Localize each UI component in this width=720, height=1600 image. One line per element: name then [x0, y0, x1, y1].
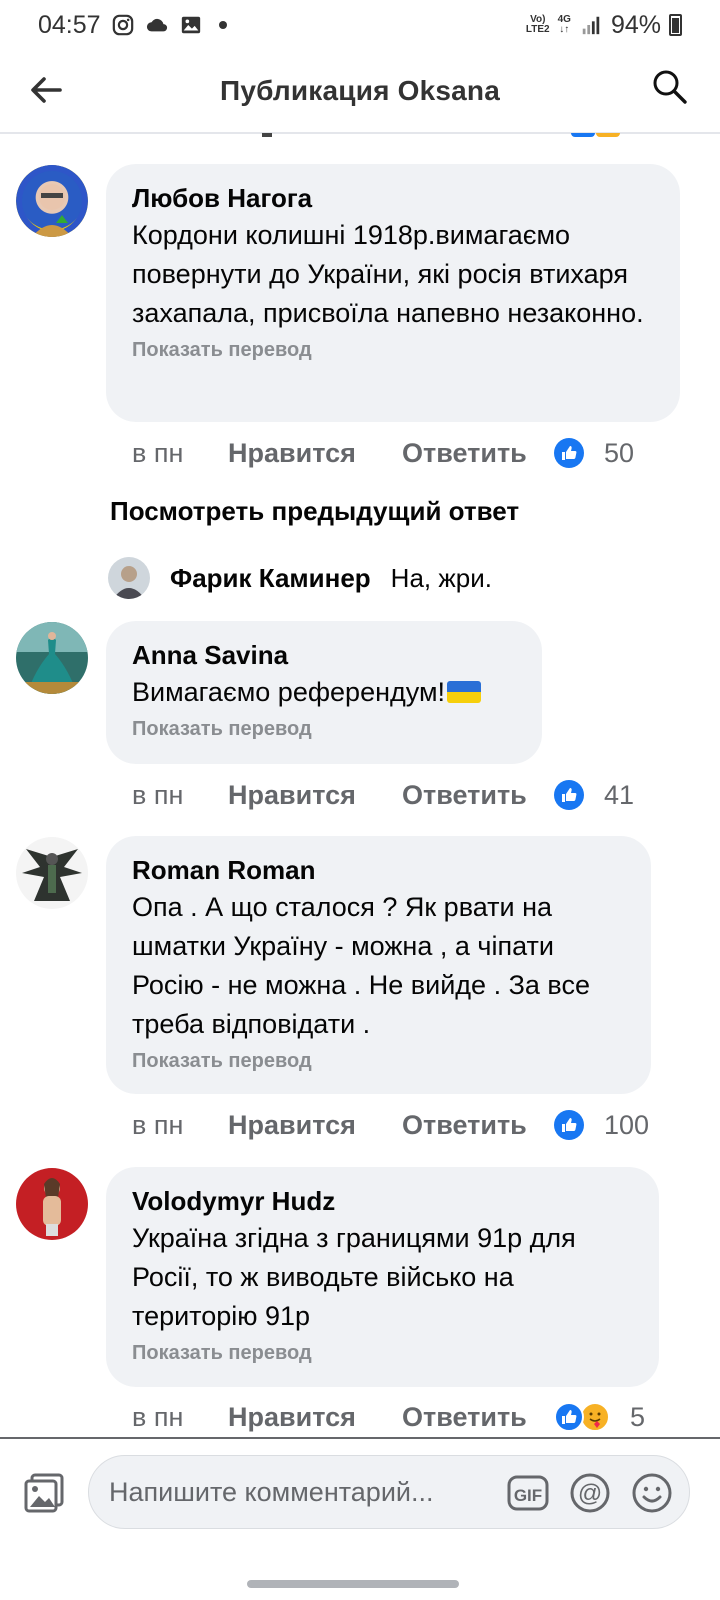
comment-time: в пн	[132, 1401, 184, 1432]
back-arrow-icon[interactable]	[26, 70, 66, 110]
clock: 04:57	[38, 10, 101, 39]
reaction-count: 5	[630, 1401, 646, 1432]
care-reaction-icon	[580, 1402, 610, 1432]
avatar[interactable]	[16, 165, 88, 237]
show-translation-link[interactable]: Показать перевод	[132, 718, 516, 741]
reply-button[interactable]: Ответить	[402, 438, 554, 469]
reply-button[interactable]: Ответить	[402, 780, 554, 811]
reactions-summary[interactable]: 41	[554, 780, 634, 811]
network-type: 4G ↓↑	[557, 14, 571, 35]
like-button[interactable]: Нравится	[228, 438, 402, 469]
comment-author[interactable]: Любов Нагога	[132, 180, 654, 216]
ukraine-flag-emoji	[447, 681, 482, 703]
emoji-icon[interactable]	[630, 1471, 674, 1515]
gif-icon[interactable]: GIF	[506, 1471, 550, 1515]
avatar[interactable]	[16, 622, 88, 694]
comment-author[interactable]: Anna Savina	[132, 637, 516, 673]
instagram-icon	[112, 14, 133, 36]
reply-author[interactable]: Фарик Каминер	[170, 563, 371, 594]
like-button[interactable]: Нравится	[228, 780, 402, 811]
comment-author[interactable]: Roman Roman	[132, 852, 625, 888]
home-indicator[interactable]	[247, 1580, 459, 1588]
svg-text:GIF: GIF	[514, 1486, 542, 1505]
comment-time: в пн	[132, 779, 184, 810]
reply-preview[interactable]: Фарик Каминер На, жри.	[108, 556, 492, 600]
battery-icon	[669, 14, 682, 36]
previous-content-fragment	[262, 133, 272, 137]
reply-text: На, жри.	[390, 562, 492, 593]
comment-actions: в пн Нравится Ответить 5	[132, 1397, 645, 1437]
comment-text: Кордони колишні 1918р.вимагаємо повернут…	[132, 220, 644, 328]
previous-reaction-fragment	[571, 133, 595, 137]
comment-time: в пн	[132, 437, 184, 468]
top-app-bar: Публикация Oksana	[0, 50, 720, 134]
comment-bubble[interactable]: Roman Roman Опа . А що сталося ? Як рват…	[106, 836, 651, 1094]
battery-percent: 94%	[610, 10, 661, 39]
comment-text: Опа . А що сталося ? Як рвати на шматки …	[132, 892, 590, 1039]
reactions-summary[interactable]: 100	[554, 1110, 649, 1141]
comment-text: Україна згідна з границями 91р для Росії…	[132, 1223, 576, 1331]
view-previous-replies-link[interactable]: Посмотреть предыдущий ответ	[110, 496, 519, 527]
reaction-count: 41	[604, 779, 635, 810]
comment-bubble[interactable]: Anna Savina Вимагаємо референдум! Показа…	[106, 621, 542, 764]
photo-icon[interactable]	[22, 1471, 68, 1517]
show-translation-link[interactable]: Показать перевод	[132, 339, 654, 362]
like-reaction-icon	[554, 780, 584, 810]
reaction-count: 100	[604, 1109, 650, 1140]
signal-icon	[582, 16, 600, 35]
reactions-summary[interactable]: 50	[554, 438, 634, 469]
reply-button[interactable]: Ответить	[402, 1402, 554, 1433]
volte-indicator: Vo) LTE2	[525, 14, 550, 35]
comment-bubble[interactable]: Volodymyr Hudz Україна згідна з границям…	[106, 1167, 659, 1387]
avatar[interactable]	[16, 1168, 88, 1240]
show-translation-link[interactable]: Показать перевод	[132, 1050, 625, 1073]
comment-actions: в пн Нравится Ответить 100	[132, 1105, 649, 1145]
comment-time: в пн	[132, 1109, 184, 1140]
avatar[interactable]	[108, 557, 150, 599]
show-translation-link[interactable]: Показать перевод	[132, 1342, 633, 1365]
reactions-summary[interactable]: 5	[554, 1402, 645, 1433]
previous-reaction-fragment-2	[596, 133, 620, 137]
comment-actions: в пн Нравится Ответить 50	[132, 433, 634, 473]
gallery-icon	[181, 16, 200, 34]
cloud-icon	[146, 18, 167, 32]
search-icon[interactable]	[650, 67, 690, 107]
mention-icon[interactable]: @	[568, 1471, 612, 1515]
avatar[interactable]	[16, 837, 88, 909]
status-bar: 04:57 Vo) LTE2 4G ↓↑ 94%	[0, 0, 720, 50]
reply-button[interactable]: Ответить	[402, 1110, 554, 1141]
comment-composer: Напишите комментарий... GIF @	[0, 1437, 720, 1547]
comment-text: Вимагаємо референдум!	[132, 673, 516, 712]
comment-author[interactable]: Volodymyr Hudz	[132, 1183, 633, 1219]
page-title: Публикация Oksana	[220, 75, 500, 106]
svg-text:@: @	[578, 1480, 602, 1507]
like-button[interactable]: Нравится	[228, 1110, 402, 1141]
comment-input-placeholder: Напишите комментарий...	[109, 1476, 434, 1507]
comment-bubble[interactable]: Любов Нагога Кордони колишні 1918р.вимаг…	[106, 164, 680, 422]
notification-dot	[218, 21, 227, 29]
like-reaction-icon	[554, 1110, 584, 1140]
like-button[interactable]: Нравится	[228, 1402, 402, 1433]
comment-actions: в пн Нравится Ответить 41	[132, 775, 634, 815]
like-reaction-icon	[554, 1402, 584, 1432]
reaction-count: 50	[604, 437, 635, 468]
like-reaction-icon	[554, 438, 584, 468]
